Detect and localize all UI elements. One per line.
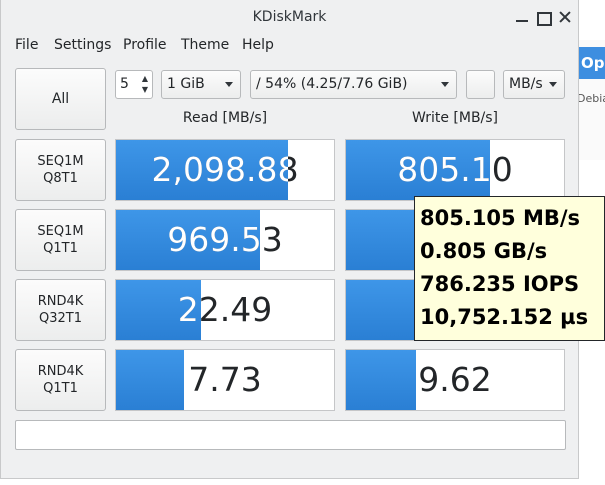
write-value-overlay: 805.10 — [346, 140, 490, 200]
chevron-down-icon — [549, 82, 557, 87]
size-value: 1 GiB — [167, 76, 205, 92]
read-value-overlay: 2,098.88 — [116, 140, 289, 200]
write-header: Write [MB/s] — [411, 110, 499, 126]
read-value-overlay: 22.49 — [116, 280, 201, 340]
spin-down-icon[interactable]: ▼ — [140, 85, 150, 95]
unit-select[interactable]: MB/s — [503, 70, 565, 99]
write-value-highlight — [346, 280, 418, 340]
menu-help[interactable]: Help — [242, 37, 274, 53]
maximize-icon[interactable] — [534, 8, 552, 26]
write-value-highlight: 9.62 — [346, 350, 416, 410]
read-value-highlight: 7.73 — [116, 350, 184, 410]
write-value-overlay: 9.62 — [346, 350, 416, 410]
spin-up-icon[interactable]: ▲ — [140, 74, 150, 84]
all-button[interactable]: All — [15, 68, 106, 130]
speed-tooltip: 805.105 MB/s 0.805 GB/s 786.235 IOPS 10,… — [414, 196, 605, 341]
size-select[interactable]: 1 GiB — [161, 70, 241, 99]
status-bar — [15, 420, 566, 450]
unit-value: MB/s — [509, 76, 543, 92]
close-icon[interactable] — [556, 8, 574, 26]
read-value-highlight: 22.49 — [177, 290, 201, 329]
menu-theme[interactable]: Theme — [181, 37, 229, 53]
tooltip-latency: 10,752.152 µs — [420, 305, 589, 329]
read-result-meter[interactable]: 7.737.73 — [115, 349, 335, 411]
menu-settings[interactable]: Settings — [54, 37, 111, 53]
minimize-icon[interactable] — [513, 8, 531, 26]
chevron-down-icon — [441, 82, 449, 87]
write-result-meter[interactable]: 805.10805.10 — [345, 139, 565, 201]
read-value-overlay: 969.53 — [116, 210, 260, 270]
test-button[interactable]: SEQ1M Q8T1 — [15, 139, 106, 201]
mode-button[interactable] — [466, 70, 495, 99]
read-value-highlight: 2,098.88 — [151, 150, 289, 189]
background-open-button[interactable]: Ope — [577, 47, 605, 79]
write-result-meter[interactable]: 9.629.62 — [345, 349, 565, 411]
read-result-meter[interactable]: 969.53969.53 — [115, 209, 335, 271]
read-result-meter[interactable]: 2,098.88 2,098.88 — [115, 139, 335, 201]
read-value-overlay: 7.73 — [116, 350, 184, 410]
menu-profile[interactable]: Profile — [123, 37, 167, 53]
window-title: KDiskMark — [252, 9, 327, 25]
test-button[interactable]: RND4K Q32T1 — [15, 279, 106, 341]
drive-select[interactable]: / 54% (4.25/7.76 GiB) — [250, 70, 457, 99]
read-value-highlight: 969.53 — [167, 220, 260, 259]
loops-value: 5 — [120, 76, 129, 92]
loops-spinbox[interactable]: 5 ▲ ▼ — [115, 70, 153, 99]
read-result-meter[interactable]: 22.4922.49 — [115, 279, 335, 341]
test-button[interactable]: SEQ1M Q1T1 — [15, 209, 106, 271]
tooltip-gbs: 0.805 GB/s — [420, 239, 548, 263]
write-value-highlight: 805.10 — [397, 150, 490, 189]
menu-file[interactable]: File — [15, 37, 38, 53]
menu-bar: File Settings Profile Theme Help — [1, 34, 578, 58]
write-value-overlay — [346, 280, 418, 340]
test-button[interactable]: RND4K Q1T1 — [15, 349, 106, 411]
title-bar: KDiskMark — [1, 0, 578, 34]
tooltip-mbs: 805.105 MB/s — [420, 206, 581, 230]
tooltip-iops: 786.235 IOPS — [420, 272, 580, 296]
background-label: Debia — [577, 92, 605, 105]
chevron-down-icon — [225, 82, 233, 87]
drive-value: / 54% (4.25/7.76 GiB) — [256, 76, 408, 92]
read-header: Read [MB/s] — [182, 110, 268, 126]
